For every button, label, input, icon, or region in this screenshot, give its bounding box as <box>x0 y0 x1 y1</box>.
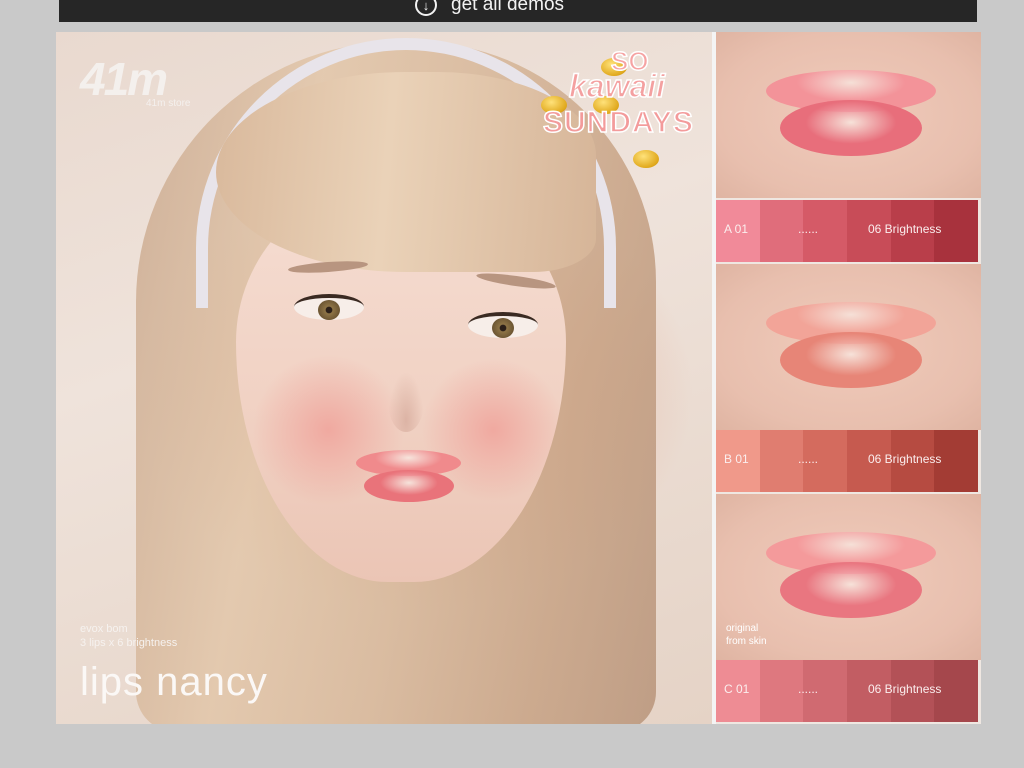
swatch-label: A 01 <box>724 222 749 236</box>
swatch-dots: ...... <box>798 682 819 696</box>
badge-sundays: SUNDAYS <box>542 105 694 140</box>
info-line-2: 3 lips x 6 brightness <box>80 637 178 649</box>
model-lips <box>356 450 461 504</box>
lips-b <box>766 294 936 394</box>
get-all-demos-label: get all demos <box>451 0 565 15</box>
original-note-line-1: original <box>726 623 759 634</box>
swatch-row-b: B 01 ...... 06 Brightness <box>716 430 979 492</box>
top-bar: ↓ get all demos <box>59 0 977 22</box>
swatch-brightness: 06 Brightness <box>868 222 942 236</box>
hair-bang <box>216 72 596 272</box>
get-all-demos-button[interactable]: ↓ get all demos <box>415 0 564 16</box>
nose <box>388 372 424 432</box>
lips-a <box>766 62 936 162</box>
swatch-dots: ...... <box>798 222 819 236</box>
brand-logo-mark: 41m <box>80 53 168 105</box>
swatch-brightness: 06 Brightness <box>868 682 942 696</box>
coin-icon <box>633 150 659 168</box>
product-name: lips nancy <box>80 660 268 704</box>
badge-kawaii: kawaii <box>568 67 666 105</box>
product-poster: 41m 41m store SO kawaii SUNDAYS evox bom… <box>56 32 981 724</box>
product-info: evox bom 3 lips x 6 brightness <box>80 622 177 650</box>
lip-preview-a <box>716 32 981 198</box>
left-eye <box>294 294 364 320</box>
swatch-shade-2[interactable] <box>759 430 804 492</box>
model-portrait: 41m 41m store SO kawaii SUNDAYS evox bom… <box>56 32 739 724</box>
swatch-label: C 01 <box>724 682 750 696</box>
store-label: 41m store <box>146 98 191 109</box>
so-kawaii-sundays-badge: SO kawaii SUNDAYS <box>541 44 741 168</box>
swatch-row-a: A 01 ...... 06 Brightness <box>716 200 979 262</box>
swatch-brightness: 06 Brightness <box>868 452 942 466</box>
right-eye <box>468 312 538 338</box>
download-icon: ↓ <box>415 0 437 16</box>
brand-logo: 41m 41m store <box>80 53 190 109</box>
original-note-line-2: from skin <box>726 636 767 647</box>
lip-preview-b <box>716 264 981 430</box>
swatch-label: B 01 <box>724 452 749 466</box>
swatch-row-c: C 01 ...... 06 Brightness <box>716 660 979 722</box>
swatch-shade-2[interactable] <box>759 200 804 262</box>
original-note: original from skin <box>726 622 767 648</box>
swatch-dots: ...... <box>798 452 819 466</box>
info-line-1: evox bom <box>80 623 128 635</box>
swatch-shade-2[interactable] <box>759 660 804 722</box>
lips-c <box>766 524 936 624</box>
